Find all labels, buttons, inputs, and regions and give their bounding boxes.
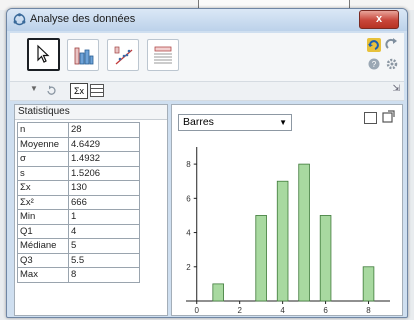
title-bar[interactable]: Analyse des données x bbox=[7, 9, 407, 31]
help-icon[interactable]: ? bbox=[368, 58, 380, 70]
main-toolbar: ? bbox=[10, 33, 404, 81]
table-row: Médiane 5 bbox=[17, 238, 140, 254]
stat-label: Moyenne bbox=[17, 136, 69, 152]
stat-value: 5 bbox=[68, 238, 140, 254]
statistics-panel: Statistiques n 28 Moyenne 4.6429 σ 1.4932 s… bbox=[14, 104, 168, 316]
stat-label: σ bbox=[17, 151, 69, 167]
stat-label: Σx² bbox=[17, 194, 69, 210]
multivariable-table-icon bbox=[154, 46, 172, 64]
data-analysis-window: Analyse des données x ? ▼ Σx ⇲ Statistiq… bbox=[6, 8, 408, 318]
stat-value: 4.6429 bbox=[68, 136, 140, 152]
stat-label: Max bbox=[17, 267, 69, 283]
bar bbox=[212, 283, 224, 302]
chart-type-label: Barres bbox=[183, 116, 214, 128]
bar bbox=[298, 163, 310, 302]
stat-label: s bbox=[17, 165, 69, 181]
bar-chart-icon bbox=[74, 47, 94, 65]
undo-icon[interactable] bbox=[366, 37, 382, 53]
table-row: Max 8 bbox=[17, 267, 140, 283]
y-tick-label: 4 bbox=[186, 229, 191, 238]
dropdown-arrow-icon[interactable]: ▼ bbox=[30, 84, 38, 93]
table-row: Moyenne 4.6429 bbox=[17, 136, 140, 152]
style-bar: ▼ Σx ⇲ bbox=[10, 81, 404, 101]
stat-label: Médiane bbox=[17, 238, 69, 254]
chart-type-select[interactable]: Barres ▼ bbox=[178, 114, 292, 131]
stat-label: n bbox=[17, 122, 69, 138]
pin-icon[interactable]: ⇲ bbox=[392, 83, 400, 94]
bar-chart-tool-button[interactable] bbox=[67, 39, 99, 71]
export-icon[interactable] bbox=[364, 112, 377, 124]
table-row: σ 1.4932 bbox=[17, 151, 140, 167]
window-title: Analyse des données bbox=[30, 13, 136, 25]
bar-chart[interactable]: 2 4 6 8 0 2 4 6 8 bbox=[172, 141, 398, 313]
gear-icon[interactable] bbox=[386, 58, 398, 70]
scatter-tool-button[interactable] bbox=[107, 39, 139, 71]
stat-value: 130 bbox=[68, 180, 140, 196]
stat-label: Σx bbox=[17, 180, 69, 196]
stat-value: 28 bbox=[68, 122, 140, 138]
stat-label: Q1 bbox=[17, 223, 69, 239]
bar bbox=[255, 215, 267, 302]
refresh-icon[interactable] bbox=[46, 85, 57, 96]
statistics-table: n 28 Moyenne 4.6429 σ 1.4932 s 1.5206 Σx 130 … bbox=[17, 122, 140, 283]
pointer-tool-button[interactable] bbox=[27, 38, 60, 71]
y-tick-label: 8 bbox=[186, 160, 191, 169]
bar bbox=[362, 266, 375, 302]
stat-value: 1 bbox=[68, 209, 140, 225]
redo-icon[interactable] bbox=[385, 37, 399, 51]
y-tick-label: 6 bbox=[186, 194, 191, 203]
scatter-icon bbox=[114, 46, 133, 65]
stat-value: 1.4932 bbox=[68, 151, 140, 167]
stat-label: Q3 bbox=[17, 252, 69, 268]
statistics-toggle-button[interactable]: Σx bbox=[70, 83, 88, 99]
stat-label: Min bbox=[17, 209, 69, 225]
close-button[interactable]: x bbox=[359, 10, 399, 29]
table-row: Σx 130 bbox=[17, 180, 140, 196]
stat-value: 666 bbox=[68, 194, 140, 210]
bar bbox=[319, 215, 332, 302]
expand-icon[interactable] bbox=[382, 110, 395, 123]
x-tick-label: 0 bbox=[195, 306, 200, 313]
table-tool-button[interactable] bbox=[147, 39, 179, 71]
pointer-icon bbox=[37, 44, 50, 63]
table-row: n 28 bbox=[17, 122, 140, 138]
bar bbox=[276, 180, 289, 302]
table-row: Q3 5.5 bbox=[17, 252, 140, 268]
x-tick-label: 6 bbox=[323, 306, 328, 313]
y-tick-label: 2 bbox=[186, 263, 191, 272]
table-row: Min 1 bbox=[17, 209, 140, 225]
table-row: s 1.5206 bbox=[17, 165, 140, 181]
stat-value: 4 bbox=[68, 223, 140, 239]
x-tick-label: 2 bbox=[237, 306, 242, 313]
app-icon bbox=[13, 13, 26, 26]
data-view-icon[interactable] bbox=[90, 84, 104, 97]
chart-panel: Barres ▼ 2 4 6 8 0 2 4 6 8 bbox=[171, 104, 403, 316]
table-row: Σx² 666 bbox=[17, 194, 140, 210]
stat-value: 5.5 bbox=[68, 252, 140, 268]
table-row: Q1 4 bbox=[17, 223, 140, 239]
statistics-header: Statistiques bbox=[15, 105, 167, 120]
svg-text:?: ? bbox=[372, 60, 377, 69]
stat-value: 1.5206 bbox=[68, 165, 140, 181]
stat-value: 8 bbox=[68, 267, 140, 283]
chevron-down-icon: ▼ bbox=[279, 118, 287, 127]
x-tick-label: 8 bbox=[366, 306, 371, 313]
x-tick-label: 4 bbox=[280, 306, 285, 313]
